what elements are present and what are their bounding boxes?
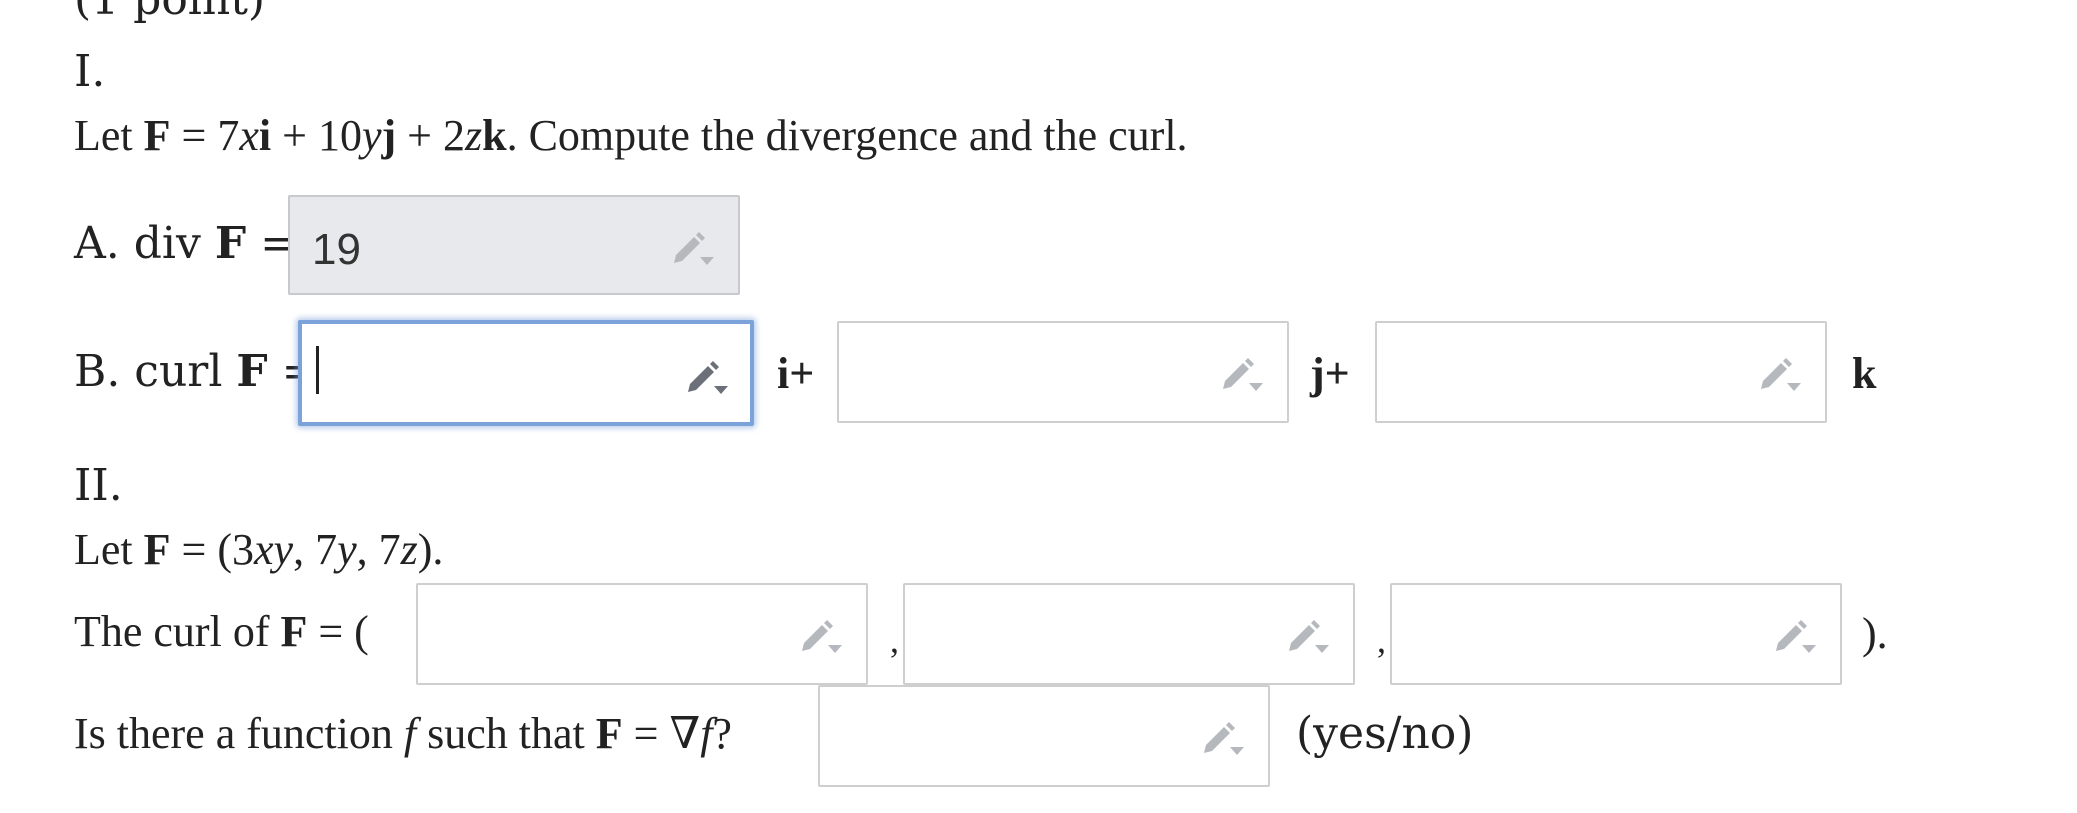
curl-of-text: The curl of bbox=[74, 607, 281, 656]
var-y: y bbox=[361, 111, 382, 160]
curl-of-f-label: The curl of F = ( bbox=[74, 610, 369, 654]
pencil-icon[interactable] bbox=[1772, 615, 1818, 655]
comma-separator: , bbox=[890, 620, 899, 660]
points-header: (1 point) bbox=[74, 0, 265, 22]
vector-f: F bbox=[143, 525, 171, 574]
unit-j: j bbox=[381, 111, 397, 160]
vector-f: F bbox=[236, 346, 268, 397]
let-text: Let bbox=[74, 525, 144, 574]
part-2-heading: II. bbox=[74, 460, 123, 511]
yes-no-hint: (yes/no) bbox=[1296, 708, 1474, 759]
curl-component-2-input[interactable] bbox=[903, 583, 1355, 685]
eq-paren-text: = ( bbox=[307, 607, 369, 656]
vector-f: F bbox=[214, 218, 247, 269]
vector-f: F bbox=[595, 709, 623, 758]
comma-separator: , bbox=[1377, 620, 1386, 660]
var-z: z bbox=[400, 525, 418, 574]
pencil-icon[interactable] bbox=[1219, 353, 1265, 393]
gradient-question: Is there a function f such that F = ∇f? bbox=[74, 712, 732, 756]
comma-text: , 7 bbox=[293, 525, 338, 574]
curl-k-input[interactable] bbox=[1375, 321, 1827, 423]
plus-text: + 10 bbox=[271, 111, 362, 160]
vector-f: F bbox=[280, 607, 308, 656]
close-text: ). bbox=[417, 525, 444, 574]
unit-k: k bbox=[482, 111, 507, 160]
var-xy: xy bbox=[254, 525, 294, 574]
comma-text: , 7 bbox=[356, 525, 401, 574]
i-component-label: i+ bbox=[777, 349, 815, 398]
j-component-label: j+ bbox=[1310, 349, 1350, 398]
var-f: f bbox=[700, 709, 713, 758]
unit-i: i bbox=[258, 111, 272, 160]
vector-f: F bbox=[143, 111, 171, 160]
eq-nabla-text: = ∇ bbox=[622, 709, 701, 758]
curl-i-input[interactable] bbox=[298, 320, 754, 426]
text-cursor bbox=[316, 346, 319, 394]
var-f: f bbox=[403, 709, 417, 758]
pencil-icon[interactable] bbox=[1757, 353, 1803, 393]
div-label: A. div F = bbox=[74, 222, 297, 266]
div-answer-input[interactable]: 19 bbox=[288, 195, 740, 295]
pencil-icon[interactable] bbox=[670, 227, 716, 267]
var-x: x bbox=[239, 111, 259, 160]
curl-label: B. curl F = bbox=[74, 350, 319, 394]
question-text: such that bbox=[416, 709, 596, 758]
pencil-icon[interactable] bbox=[1285, 615, 1331, 655]
var-z: z bbox=[464, 111, 483, 160]
eq-text: = 7 bbox=[170, 111, 240, 160]
part-1-heading: I. bbox=[74, 46, 106, 97]
curl-j-input[interactable] bbox=[837, 321, 1289, 423]
pencil-icon[interactable] bbox=[1200, 717, 1246, 757]
question-text: Is there a function bbox=[74, 709, 404, 758]
pencil-icon[interactable] bbox=[684, 356, 730, 396]
close-paren: ). bbox=[1862, 609, 1888, 658]
part-1-statement: Let F = 7xi + 10yj + 2zk. Compute the di… bbox=[74, 114, 1188, 158]
div-answer-value: 19 bbox=[312, 225, 361, 274]
eq-text: = (3 bbox=[170, 525, 254, 574]
pencil-icon[interactable] bbox=[798, 615, 844, 655]
part-2-statement: Let F = (3xy, 7y, 7z). bbox=[74, 528, 443, 572]
instruction-text: . Compute the divergence and the curl. bbox=[506, 111, 1188, 160]
conservative-answer-input[interactable] bbox=[818, 685, 1270, 787]
var-y: y bbox=[337, 525, 357, 574]
let-text: Let bbox=[74, 111, 144, 160]
curl-component-1-input[interactable] bbox=[416, 583, 868, 685]
plus-text: + 2 bbox=[396, 111, 465, 160]
k-component-label: k bbox=[1852, 349, 1877, 398]
curl-label-text: B. curl bbox=[74, 346, 237, 397]
question-mark: ? bbox=[712, 709, 732, 758]
div-label-text: A. div bbox=[74, 218, 215, 269]
curl-component-3-input[interactable] bbox=[1390, 583, 1842, 685]
